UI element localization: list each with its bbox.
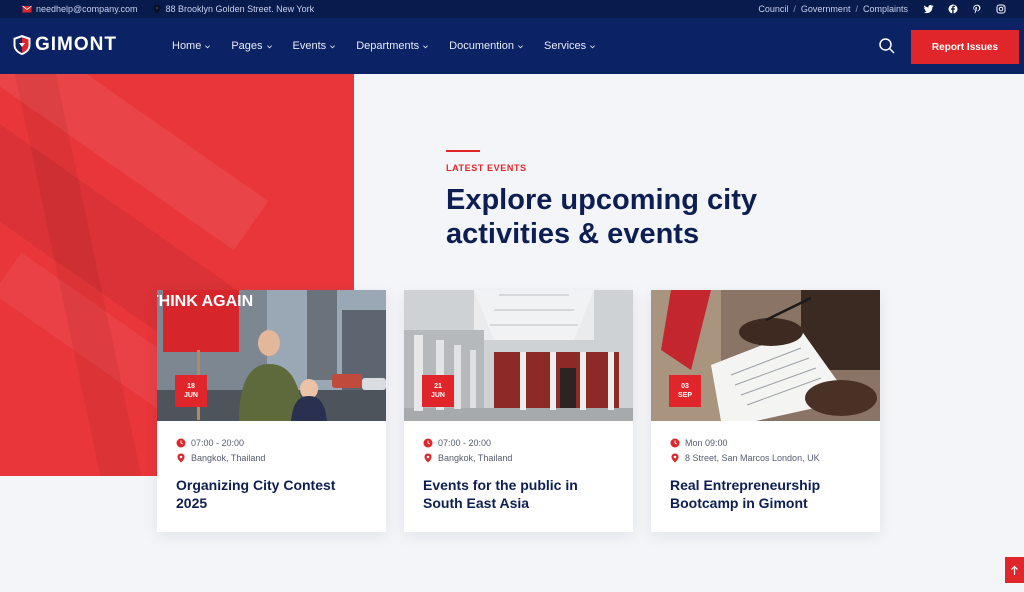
email-text: needhelp@company.com [36,4,138,14]
nav-item-label: Departments [356,40,420,52]
clock-icon [423,438,433,448]
event-date-badge: 21 JUN [422,375,454,407]
map-pin-icon [153,4,161,14]
social-links [924,4,1006,14]
event-time-text: Mon 09:00 [685,438,728,448]
event-date-badge: 03 SEP [669,375,701,407]
event-time: Mon 09:00 [670,438,728,448]
event-title[interactable]: Real Entrepreneurship Bootcamp in Gimont [670,476,860,512]
event-location: Bangkok, Thailand [176,453,265,463]
top-link-complaints[interactable]: Complaints [863,4,908,14]
event-location: Bangkok, Thailand [423,453,512,463]
nav-item-label: Home [172,40,202,52]
nav-item-label: Pages [231,40,263,52]
event-day: 21 [434,383,442,390]
clock-icon [176,438,186,448]
address-text: 88 Brooklyn Golden Street. New York [165,4,315,14]
event-title[interactable]: Organizing City Contest 2025 [176,476,366,512]
section-accent-line [446,150,480,152]
event-card[interactable]: THINK AGAIN 18 JUN 07:00 - 20:00 Bangkok… [157,290,386,532]
logo-text: GIMONT [35,34,117,55]
scroll-to-top-button[interactable] [1005,557,1024,583]
event-month: JUN [430,392,445,399]
event-card[interactable]: 21 JUN 07:00 - 20:00 Bangkok, Thailand E… [404,290,633,532]
protest-sign-text: THINK AGAIN [157,293,253,310]
facebook-icon[interactable] [948,4,958,14]
map-pin-icon [424,453,432,463]
address-contact: 88 Brooklyn Golden Street. New York [152,4,315,14]
email-contact[interactable]: needhelp@company.com [22,4,138,14]
map-pin-icon [177,453,185,463]
nav-item-label: Documention [449,40,514,52]
event-time-text: 07:00 - 20:00 [438,438,492,448]
clock-icon [670,438,680,448]
section-title: Explore upcoming city activities & event… [446,184,757,250]
event-day: 03 [681,383,689,390]
instagram-icon[interactable] [996,4,1006,14]
map-pin-icon [671,453,679,463]
top-links: Council / Government / Complaints [758,4,908,14]
twitter-icon[interactable] [924,4,934,14]
arrow-up-icon [1011,565,1018,575]
report-issues-button[interactable]: Report Issues [911,30,1019,64]
nav-item-events[interactable]: Events [293,40,337,52]
link-separator: / [793,4,796,14]
nav-item-pages[interactable]: Pages [231,40,272,52]
pinterest-icon[interactable] [972,4,982,14]
site-logo[interactable]: GIMONT [12,34,117,56]
chevron-down-icon [590,44,596,48]
top-link-council[interactable]: Council [758,4,788,14]
chevron-down-icon [205,44,211,48]
shield-logo-icon [13,35,31,55]
nav-item-departments[interactable]: Departments [356,40,429,52]
top-link-government[interactable]: Government [801,4,851,14]
nav-item-home[interactable]: Home [172,40,211,52]
top-info-bar: needhelp@company.com 88 Brooklyn Golden … [0,0,1024,18]
event-location-text: Bangkok, Thailand [191,453,266,463]
event-time-text: 07:00 - 20:00 [191,438,245,448]
chevron-down-icon [330,44,336,48]
event-time: 07:00 - 20:00 [423,438,491,448]
event-date-badge: 18 JUN [175,375,207,407]
top-right-area: Council / Government / Complaints [758,0,1006,18]
search-icon[interactable] [878,37,896,55]
event-month: SEP [677,392,692,399]
nav-item-services[interactable]: Services [544,40,596,52]
chevron-down-icon [518,44,523,48]
event-time: 07:00 - 20:00 [176,438,244,448]
nav-item-label: Events [292,40,327,52]
chevron-down-icon [423,44,429,48]
event-month: JUN [183,392,198,399]
event-location: 8 Street, San Marcos London, UK [670,453,820,463]
nav-menu: Home Pages Events Departments Documentio… [172,18,596,74]
section-eyebrow: LATEST EVENTS [446,163,527,173]
event-location-text: 8 Street, San Marcos London, UK [685,453,820,463]
event-day: 18 [187,383,195,390]
link-separator: / [855,4,858,14]
event-card[interactable]: 03 SEP Mon 09:00 8 Street, San Marcos Lo… [651,290,880,532]
contact-info: needhelp@company.com 88 Brooklyn Golden … [22,0,314,18]
mail-icon [22,5,32,13]
chevron-down-icon [266,44,272,48]
event-title[interactable]: Events for the public in South East Asia [423,476,613,512]
nav-item-label: Services [544,40,587,52]
nav-item-documention[interactable]: Documention [449,40,524,52]
main-navigation: GIMONT Home Pages Events Departments Doc… [0,18,1024,74]
event-location-text: Bangkok, Thailand [438,453,513,463]
